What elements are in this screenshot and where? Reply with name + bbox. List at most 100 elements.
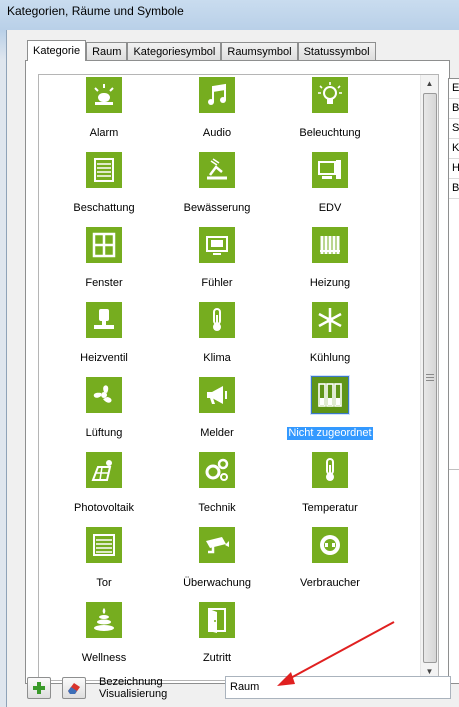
gears-icon	[205, 458, 229, 481]
category-label: Wellness	[81, 652, 127, 664]
window-frame: Kategorien, Räume und Symbole Kategorie …	[0, 0, 459, 707]
bottom-toolbar: Bezeichnung Visualisierung	[7, 675, 459, 707]
category-item[interactable]: Kühlung	[273, 302, 387, 365]
category-label: Tor	[96, 577, 112, 589]
tab-kategorie[interactable]: Kategorie	[27, 40, 87, 61]
category-tile[interactable]	[86, 77, 122, 113]
blinds-icon	[94, 158, 114, 182]
category-label: Kühlung	[309, 352, 351, 364]
category-item[interactable]: Alarm	[47, 77, 161, 140]
list-item[interactable]: B	[449, 99, 459, 119]
category-item[interactable]: Heizventil	[47, 302, 161, 365]
category-item[interactable]: Fenster	[47, 227, 161, 290]
category-item[interactable]: Nicht zugeordnet	[273, 376, 387, 441]
category-item[interactable]: Überwachung	[160, 527, 274, 590]
name-field[interactable]	[225, 676, 451, 699]
category-item[interactable]: Melder	[160, 377, 274, 440]
list-item[interactable]: K	[449, 139, 459, 159]
scrollbar-thumb[interactable]	[423, 93, 437, 663]
category-label: Heizventil	[80, 352, 128, 364]
field-label-line2: Visualisierung	[99, 688, 168, 700]
category-tile[interactable]	[86, 377, 122, 413]
category-item[interactable]: Klima	[160, 302, 274, 365]
tab-raum[interactable]: Raum	[86, 42, 128, 61]
tab-panel: Alarm Audio Beleuchtung Beschattung Bewässer…	[25, 60, 450, 684]
category-tile[interactable]	[311, 376, 349, 414]
tab-raumsymbol[interactable]: Raumsymbol	[221, 42, 298, 61]
category-tile[interactable]	[199, 302, 235, 338]
category-tile[interactable]	[312, 302, 348, 338]
detail-box	[449, 469, 459, 684]
category-tile[interactable]	[86, 302, 122, 338]
scroll-up-arrow-icon[interactable]: ▲	[421, 75, 438, 92]
category-label: Lüftung	[85, 427, 123, 439]
remove-button[interactable]	[62, 677, 86, 699]
category-tile[interactable]	[86, 602, 122, 638]
garage-door-icon	[93, 534, 115, 556]
category-item[interactable]: Photovoltaik	[47, 452, 161, 515]
category-tile[interactable]	[86, 152, 122, 188]
category-item[interactable]: Beschattung	[47, 152, 161, 215]
category-tile[interactable]	[312, 77, 348, 113]
category-tile[interactable]	[199, 152, 235, 188]
name-input[interactable]	[226, 677, 444, 696]
category-tile[interactable]	[86, 227, 122, 263]
tab-kategoriesymbol[interactable]: Kategoriesymbol	[127, 42, 222, 61]
category-item[interactable]: Verbraucher	[273, 527, 387, 590]
window-title: Kategorien, Räume und Symbole	[7, 4, 184, 18]
category-tile[interactable]	[199, 527, 235, 563]
category-tile[interactable]	[86, 527, 122, 563]
megaphone-icon	[207, 386, 227, 404]
radiator-icon	[320, 236, 340, 254]
category-label: Audio	[202, 127, 232, 139]
category-tile[interactable]	[312, 227, 348, 263]
category-item[interactable]: Temperatur	[273, 452, 387, 515]
sensor-icon	[206, 236, 228, 255]
category-tile[interactable]	[86, 452, 122, 488]
category-tile[interactable]	[199, 77, 235, 113]
category-tile[interactable]	[199, 602, 235, 638]
list-item[interactable]: E	[449, 79, 459, 99]
field-label-line1: Bezeichnung	[99, 676, 163, 688]
list-item[interactable]: B	[449, 179, 459, 199]
category-item[interactable]: Bewässerung	[160, 152, 274, 215]
category-label: Fenster	[85, 277, 123, 289]
category-item[interactable]: Zutritt	[160, 602, 274, 665]
eraser-icon	[68, 683, 80, 694]
category-label: Beleuchtung	[299, 127, 361, 139]
category-item[interactable]: Heizung	[273, 227, 387, 290]
category-item[interactable]: Fühler	[160, 227, 274, 290]
list-item[interactable]: S	[449, 119, 459, 139]
valve-icon	[94, 309, 114, 329]
category-tile[interactable]	[312, 452, 348, 488]
vertical-scrollbar[interactable]: ▲ ▼	[420, 75, 438, 680]
category-tile[interactable]	[199, 227, 235, 263]
door-icon	[208, 608, 226, 633]
category-item[interactable]: Wellness	[47, 602, 161, 665]
category-tile[interactable]	[312, 527, 348, 563]
computer-icon	[318, 160, 341, 179]
category-item[interactable]: Beleuchtung	[273, 77, 387, 140]
tab-bar: Kategorie Raum Kategoriesymbol Raumsymbo…	[27, 40, 376, 61]
category-item[interactable]: Tor	[47, 527, 161, 590]
right-list-panel: E B S K H B	[448, 78, 459, 684]
category-item[interactable]: Lüftung	[47, 377, 161, 440]
list-item[interactable]: H	[449, 159, 459, 179]
category-tile[interactable]	[199, 452, 235, 488]
category-label: Verbraucher	[300, 577, 360, 589]
category-item[interactable]: Audio	[160, 77, 274, 140]
category-item[interactable]: Technik	[160, 452, 274, 515]
category-item[interactable]: EDV	[273, 152, 387, 215]
thermometer-icon	[213, 308, 221, 331]
category-label: Bewässerung	[183, 202, 251, 214]
grip-line	[426, 377, 434, 378]
category-tile[interactable]	[199, 377, 235, 413]
grip-line	[426, 374, 434, 375]
grip-line	[426, 380, 434, 381]
add-button[interactable]	[27, 677, 51, 699]
category-tile[interactable]	[312, 152, 348, 188]
tab-statussymbol[interactable]: Statussymbol	[297, 42, 376, 61]
unassigned-icon	[318, 383, 342, 407]
dialog-client: Kategorie Raum Kategoriesymbol Raumsymbo…	[6, 30, 459, 707]
snowflake-icon	[318, 308, 342, 332]
